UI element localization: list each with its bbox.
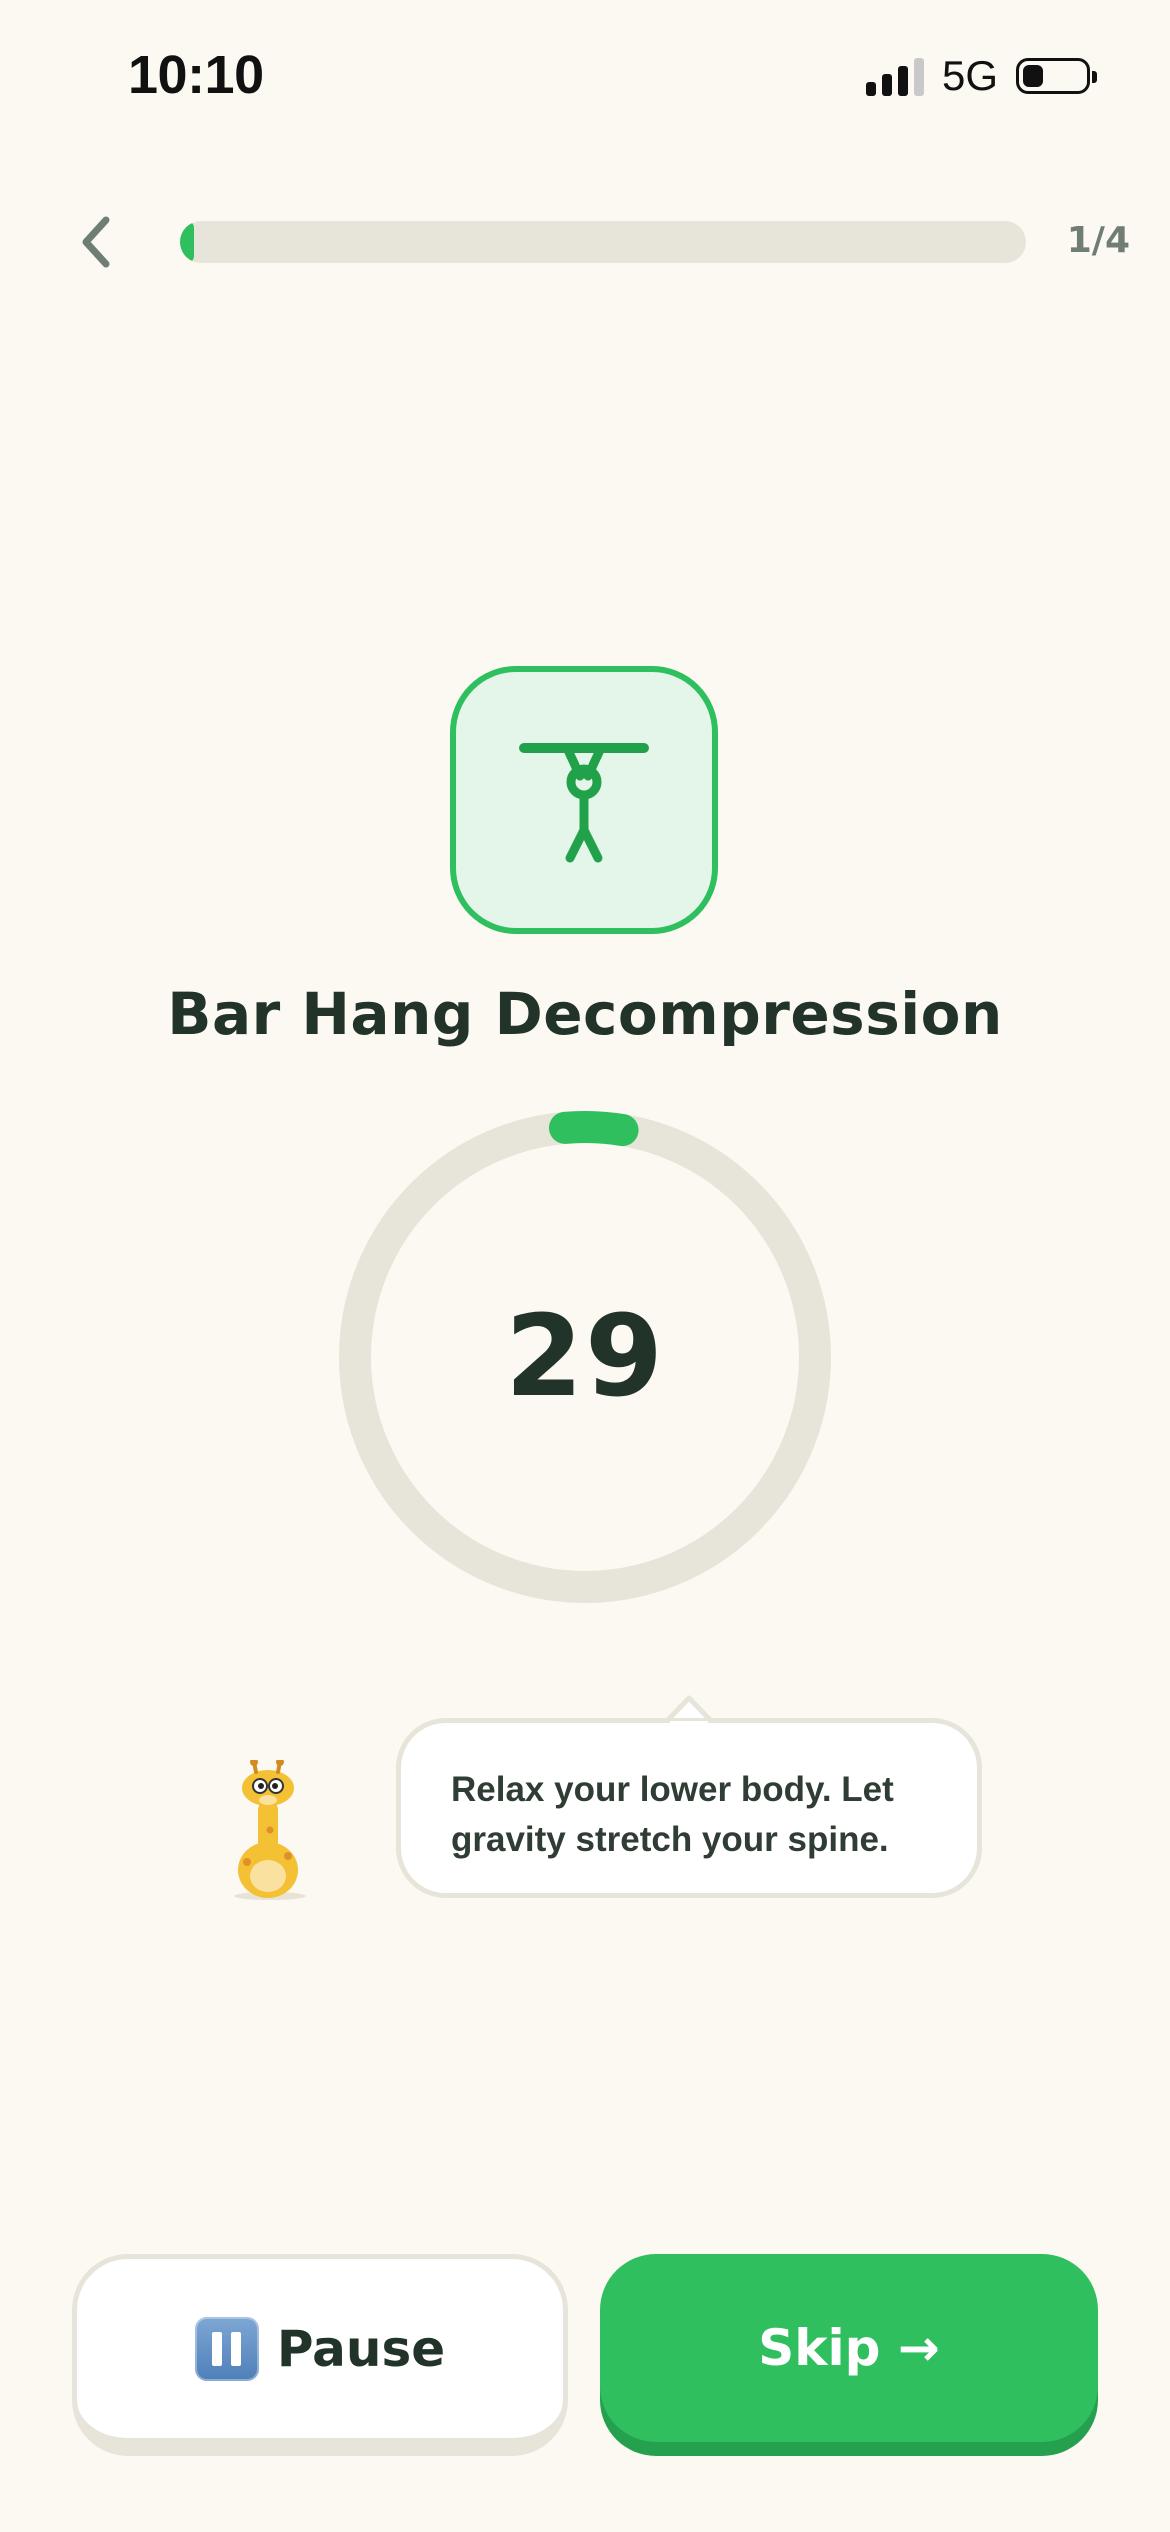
status-time: 10:10 — [128, 45, 264, 105]
skip-button[interactable]: Skip → — [600, 2254, 1098, 2442]
coach-speech-bubble: Relax your lower body. Let gravity stret… — [396, 1718, 982, 1898]
coach-message: Relax your lower body. Let gravity stret… — [451, 1770, 894, 1859]
workout-progress-bar — [180, 221, 1026, 263]
pause-button[interactable]: Pause — [72, 2254, 568, 2456]
progress-counter: 1/4 — [1066, 220, 1130, 261]
bubble-tail-cover — [670, 1721, 708, 1731]
back-button[interactable] — [66, 206, 126, 278]
workout-progress-fill — [180, 221, 194, 263]
giraffe-mascot-icon — [234, 1760, 306, 1900]
pause-label: Pause — [276, 2319, 446, 2378]
battery-icon — [1016, 58, 1097, 94]
status-indicators: 5G — [865, 52, 1097, 100]
exercise-title: Bar Hang Decompression — [167, 980, 1003, 1048]
network-type-label: 5G — [941, 52, 998, 99]
pause-icon — [194, 2316, 259, 2381]
bar-hang-figure-icon — [519, 743, 649, 863]
chevron-left-icon — [82, 216, 110, 268]
skip-label: Skip → — [758, 2319, 940, 2377]
exercise-icon-tile — [450, 666, 718, 934]
timer-countdown: 29 — [505, 1292, 665, 1422]
cellular-signal-icon — [865, 56, 924, 96]
